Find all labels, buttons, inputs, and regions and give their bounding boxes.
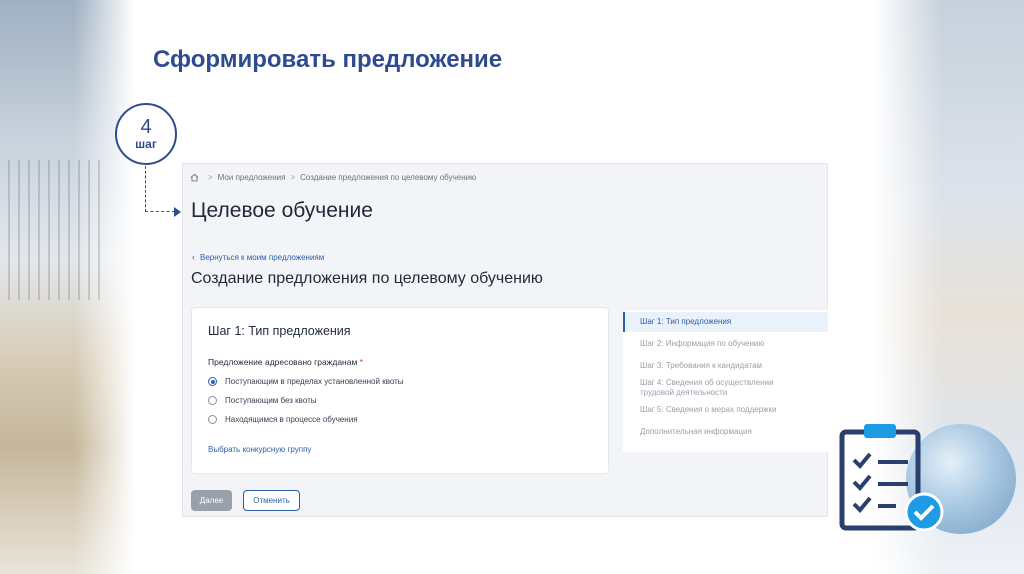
dashed-connector (145, 166, 175, 212)
screenshot-panel: > Мои предложения > Создание предложения… (182, 163, 828, 517)
back-link-label: Вернуться к моим предложениям (200, 252, 325, 262)
radio-label: Находящимся в процессе обучения (225, 415, 358, 424)
back-to-offers-link[interactable]: ‹ Вернуться к моим предложениям (192, 252, 324, 262)
radio-option-no-quota[interactable]: Поступающим без квоты (208, 396, 317, 405)
connector-arrow-icon (174, 207, 181, 217)
chevron-left-icon: ‹ (192, 252, 195, 262)
radio-label: Поступающим без квоты (225, 396, 317, 405)
form-title: Создание предложения по целевому обучени… (191, 270, 543, 287)
breadcrumb: > Мои предложения > Создание предложения… (190, 173, 476, 182)
slide-title: Сформировать предложение (153, 46, 503, 73)
cancel-button[interactable]: Отменить (243, 490, 300, 511)
step-nav-item-1[interactable]: Шаг 1: Тип предложения (623, 312, 828, 332)
step-number: 4 (140, 116, 152, 138)
step-badge: 4 шаг (115, 103, 177, 165)
page-title: Целевое обучение (191, 199, 373, 222)
clipboard-checklist-icon (839, 424, 944, 532)
breadcrumb-separator: > (290, 173, 296, 182)
radio-option-studying[interactable]: Находящимся в процессе обучения (208, 415, 358, 424)
step-nav-item-3[interactable]: Шаг 3: Требования к кандидатам (623, 361, 828, 371)
required-mark: * (359, 357, 363, 367)
step-nav-item-4[interactable]: Шаг 4: Сведения об осуществлении трудово… (623, 378, 808, 398)
breadcrumb-item-current: Создание предложения по целевому обучени… (300, 173, 477, 182)
steps-sidebar: Шаг 1: Тип предложения Шаг 2: Информация… (623, 310, 828, 452)
step-nav-item-2[interactable]: Шаг 2: Информация по обучению (623, 339, 828, 349)
step-nav-item-extra[interactable]: Дополнительная информация (623, 427, 828, 437)
step-word: шаг (135, 137, 157, 151)
radio-button[interactable] (208, 396, 217, 405)
radio-button-checked[interactable] (208, 377, 217, 386)
breadcrumb-item-my-offers[interactable]: Мои предложения (218, 173, 286, 182)
select-competition-group-link[interactable]: Выбрать конкурсную группу (208, 445, 311, 454)
step-nav-item-5[interactable]: Шаг 5: Сведения о мерах поддержки (623, 405, 828, 415)
step-form-card: Шаг 1: Тип предложения Предложение адрес… (191, 307, 609, 474)
radio-button[interactable] (208, 415, 217, 424)
field-label: Предложение адресовано гражданам * (208, 357, 363, 367)
field-label-text: Предложение адресовано гражданам (208, 357, 358, 367)
next-button[interactable]: Далее (191, 490, 232, 511)
card-title: Шаг 1: Тип предложения (208, 324, 351, 338)
chart-photo-detail (8, 160, 108, 300)
home-icon[interactable] (190, 173, 199, 182)
radio-label: Поступающим в пределах установленной кво… (225, 377, 404, 386)
breadcrumb-separator: > (208, 173, 213, 182)
radio-option-quota[interactable]: Поступающим в пределах установленной кво… (208, 377, 404, 386)
left-decorative-photo (0, 0, 135, 574)
